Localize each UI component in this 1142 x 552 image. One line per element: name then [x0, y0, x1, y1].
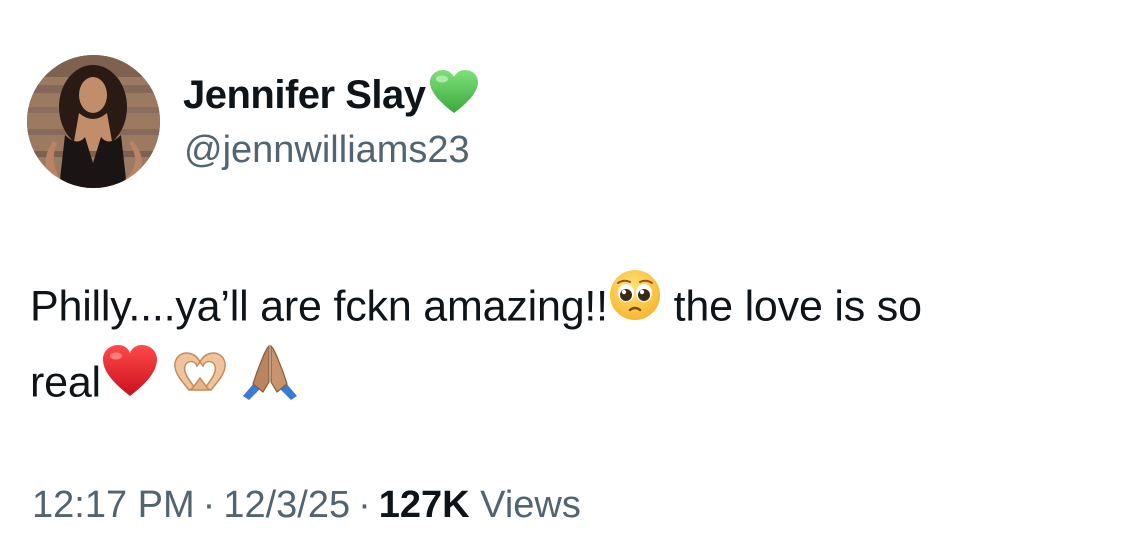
tweet-text-part-3: real [30, 358, 101, 407]
display-name[interactable]: Jennifer Slay [183, 70, 426, 120]
separator-dot: · [202, 484, 216, 526]
post-time[interactable]: 12:17 PM [32, 484, 195, 526]
tweet-meta: 12:17 PM · 12/3/25 · 127K Views [32, 480, 581, 530]
red-heart-icon [101, 344, 159, 418]
pleading-face-icon [608, 268, 662, 342]
tweet-text-part-2: the love is so [661, 282, 922, 331]
author-name-row[interactable]: Jennifer Slay [183, 70, 480, 120]
tweet-text-part-1: Philly....ya’ll are fckn amazing!! [30, 282, 608, 331]
views-label[interactable]: Views [480, 484, 581, 526]
avatar-image [27, 55, 160, 188]
green-heart-icon [428, 69, 480, 115]
tweet-text: Philly....ya’ll are fckn amazing!! the l… [30, 270, 1120, 424]
handle[interactable]: @jennwilliams23 [184, 126, 470, 174]
tweet: Jennifer Slay @jennwilliams23 Philly....… [0, 0, 1142, 552]
separator-dot: · [358, 484, 371, 526]
folded-hands-icon [239, 342, 301, 420]
heart-hands-icon [169, 344, 231, 418]
views-count[interactable]: 127K [379, 484, 470, 526]
avatar[interactable] [27, 55, 160, 188]
post-date[interactable]: 12/3/25 [223, 484, 350, 526]
